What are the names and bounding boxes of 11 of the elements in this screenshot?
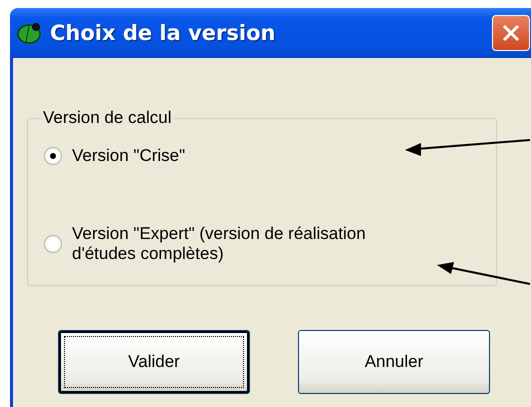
window-title: Choix de la version (50, 21, 276, 45)
dialog-button[interactable]: Annuler (298, 330, 490, 394)
close-icon (501, 23, 521, 43)
radio-button[interactable] (44, 235, 62, 253)
option-label: Version "Expert" (version de réalisation d'études complètes) (72, 224, 367, 264)
ladybug-icon (16, 21, 42, 45)
close-button[interactable] (492, 15, 530, 51)
group-label: Version de calcul (42, 108, 173, 128)
radio-button[interactable] (44, 147, 62, 165)
option-label: Version "Crise" (72, 146, 186, 166)
dialog-button[interactable]: Valider (58, 330, 250, 394)
